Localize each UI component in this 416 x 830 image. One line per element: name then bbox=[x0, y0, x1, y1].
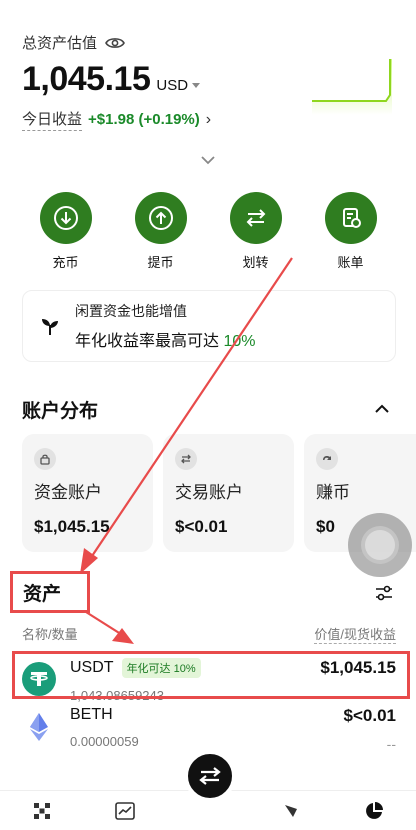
chart-icon bbox=[114, 801, 135, 820]
card-funding-account[interactable]: 资金账户 $1,045.15 bbox=[22, 434, 153, 552]
balance-amount: 1,045.15 bbox=[22, 60, 151, 98]
pie-chart-icon bbox=[366, 801, 384, 819]
chevron-down-icon[interactable] bbox=[200, 154, 216, 166]
asset-pnl: -- bbox=[386, 736, 396, 752]
currency-label: USD bbox=[156, 77, 189, 94]
distribution-title: 账户分布 bbox=[22, 401, 99, 422]
transfer-label: 划转 bbox=[242, 255, 269, 270]
promo-highlight: 10% bbox=[223, 333, 256, 350]
asset-name-row: BETH bbox=[70, 706, 139, 724]
assets-title-text: 资产 bbox=[23, 583, 62, 605]
assets-title: 资产 bbox=[10, 571, 90, 613]
eth-coin-icon bbox=[22, 710, 56, 744]
caret-down-icon bbox=[192, 83, 201, 88]
today-pnl[interactable]: 今日收益 +$1.98 (+0.19%) › bbox=[22, 108, 211, 131]
quick-actions: 充币 提币 划转 账单 bbox=[0, 192, 416, 271]
card-trading-account[interactable]: 交易账户 $<0.01 bbox=[163, 434, 294, 552]
deposit-icon bbox=[39, 192, 92, 244]
floating-button-inner bbox=[361, 526, 399, 564]
grid-logo-icon bbox=[33, 802, 50, 819]
chevron-up-icon[interactable] bbox=[374, 403, 390, 415]
promo-line2-text: 年化收益率最高可达 bbox=[75, 333, 220, 350]
card-title: 资金账户 bbox=[34, 483, 102, 502]
total-assets-label-text: 总资产估值 bbox=[22, 35, 98, 52]
deposit-button[interactable]: 充币 bbox=[31, 192, 101, 271]
today-pnl-value: +$1.98 (+0.19%) bbox=[88, 111, 200, 128]
withdraw-label: 提币 bbox=[147, 255, 174, 270]
tab-home[interactable] bbox=[30, 799, 54, 823]
annotation-highlight-box bbox=[12, 651, 410, 699]
sparkline-chart bbox=[312, 59, 392, 115]
floating-assistive-button[interactable] bbox=[348, 513, 412, 577]
col-name-quantity: 名称/数量 bbox=[22, 627, 78, 642]
deposit-label: 充币 bbox=[52, 255, 79, 270]
asset-main: BETH 0.00000059 bbox=[70, 706, 139, 749]
asset-right: $<0.01 -- bbox=[344, 706, 396, 752]
lock-icon bbox=[34, 448, 56, 470]
transfer-icon bbox=[229, 192, 282, 244]
card-value: $<0.01 bbox=[175, 517, 228, 536]
tab-assets[interactable] bbox=[362, 799, 386, 823]
exchange-icon bbox=[175, 448, 197, 470]
card-title: 交易账户 bbox=[175, 483, 243, 502]
card-title: 赚币 bbox=[316, 483, 350, 502]
asset-column-headers: 名称/数量 价值/现货收益 bbox=[22, 624, 396, 644]
transfer-button[interactable]: 划转 bbox=[221, 192, 291, 271]
col-value-pnl[interactable]: 价值/现货收益 bbox=[314, 624, 396, 644]
tab-spacer bbox=[196, 799, 220, 823]
withdraw-button[interactable]: 提币 bbox=[126, 192, 196, 271]
filter-icon[interactable] bbox=[374, 583, 394, 603]
trade-fab-button[interactable] bbox=[184, 750, 236, 802]
sprout-icon bbox=[42, 319, 58, 335]
tab-discover[interactable] bbox=[279, 799, 303, 823]
earn-promo-banner[interactable]: 闲置资金也能增值 年化收益率最高可达 10% bbox=[22, 290, 396, 362]
asset-quantity: 0.00000059 bbox=[70, 734, 139, 749]
earn-icon bbox=[316, 448, 338, 470]
total-assets-label: 总资产估值 bbox=[22, 32, 125, 53]
bill-button[interactable]: 账单 bbox=[316, 192, 386, 271]
withdraw-icon bbox=[134, 192, 187, 244]
card-value: $1,045.15 bbox=[34, 517, 110, 536]
promo-text: 闲置资金也能增值 年化收益率最高可达 10% bbox=[75, 301, 256, 351]
promo-line2: 年化收益率最高可达 10% bbox=[75, 327, 256, 351]
eye-icon[interactable] bbox=[105, 36, 125, 50]
bill-icon bbox=[324, 192, 377, 244]
promo-line1: 闲置资金也能增值 bbox=[75, 303, 187, 319]
tab-markets[interactable] bbox=[113, 799, 137, 823]
asset-name: BETH bbox=[70, 706, 113, 723]
bill-label: 账单 bbox=[337, 255, 364, 270]
chevron-right-icon: › bbox=[205, 110, 212, 128]
today-pnl-label: 今日收益 bbox=[22, 108, 83, 131]
swap-icon bbox=[199, 767, 221, 785]
compass-icon bbox=[285, 804, 298, 817]
balance-row: 1,045.15 USD bbox=[22, 60, 201, 99]
asset-value: $<0.01 bbox=[343, 706, 396, 725]
currency-selector[interactable]: USD bbox=[156, 77, 201, 94]
